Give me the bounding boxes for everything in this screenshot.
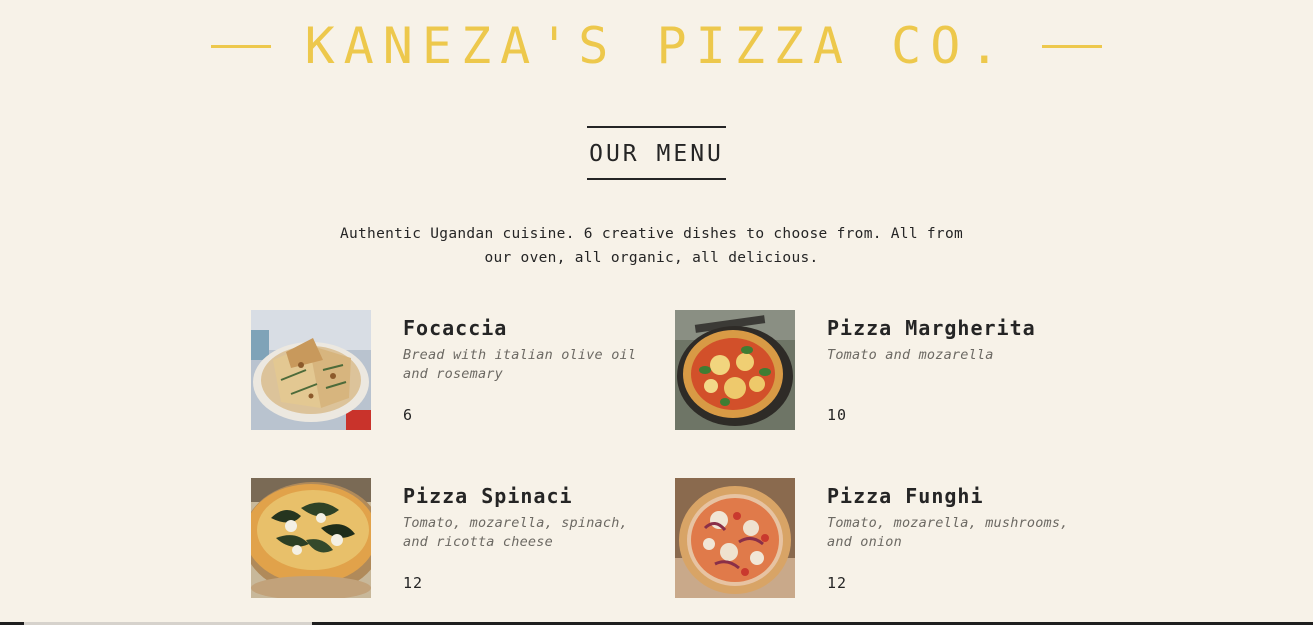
menu-heading-wrap: OUR MENU [0, 126, 1313, 180]
item-description: Bread with italian olive oil and rosemar… [403, 347, 637, 382]
item-price: 10 [827, 406, 848, 424]
menu-intro: Authentic Ugandan cuisine. 6 creative di… [339, 226, 964, 266]
spinaci-info: Pizza Spinaci Tomato, mozarella, spinach… [403, 478, 653, 598]
site-header: KANEZA'S PIZZA CO. [0, 14, 1313, 78]
focaccia-photo [251, 310, 371, 430]
item-description: Tomato and mozarella [827, 347, 994, 363]
item-description: Tomato, mozarella, mushrooms, and onion [827, 515, 1069, 550]
focaccia-info: Focaccia Bread with italian olive oil an… [403, 310, 653, 430]
margherita-photo [675, 310, 795, 430]
page: KANEZA'S PIZZA CO. OUR MENU Authentic Ug… [0, 0, 1313, 625]
header-rule-left [210, 44, 271, 48]
menu-heading: OUR MENU [587, 126, 726, 180]
item-price: 12 [403, 574, 424, 592]
item-name: Focaccia [403, 316, 508, 340]
menu-item-spinaci: Pizza Spinaci Tomato, mozarella, spinach… [251, 478, 675, 598]
item-price: 6 [403, 406, 414, 424]
funghi-photo [675, 478, 795, 598]
menu-item-margherita: Pizza Margherita Tomato and mozarella 10 [675, 310, 1099, 430]
item-name: Pizza Spinaci [403, 484, 573, 508]
item-name: Pizza Margherita [827, 316, 1036, 340]
funghi-info: Pizza Funghi Tomato, mozarella, mushroom… [827, 478, 1077, 598]
menu-item-funghi: Pizza Funghi Tomato, mozarella, mushroom… [675, 478, 1099, 598]
item-name: Pizza Funghi [827, 484, 984, 508]
brand-title: KANEZA'S PIZZA CO. [304, 17, 1009, 75]
margherita-info: Pizza Margherita Tomato and mozarella 10 [827, 310, 1077, 430]
spinaci-photo [251, 478, 371, 598]
menu-list: Focaccia Bread with italian olive oil an… [251, 310, 1099, 598]
item-description: Tomato, mozarella, spinach, and ricotta … [403, 515, 628, 550]
header-rule-right [1042, 44, 1103, 48]
menu-item-focaccia: Focaccia Bread with italian olive oil an… [251, 310, 675, 430]
item-price: 12 [827, 574, 848, 592]
